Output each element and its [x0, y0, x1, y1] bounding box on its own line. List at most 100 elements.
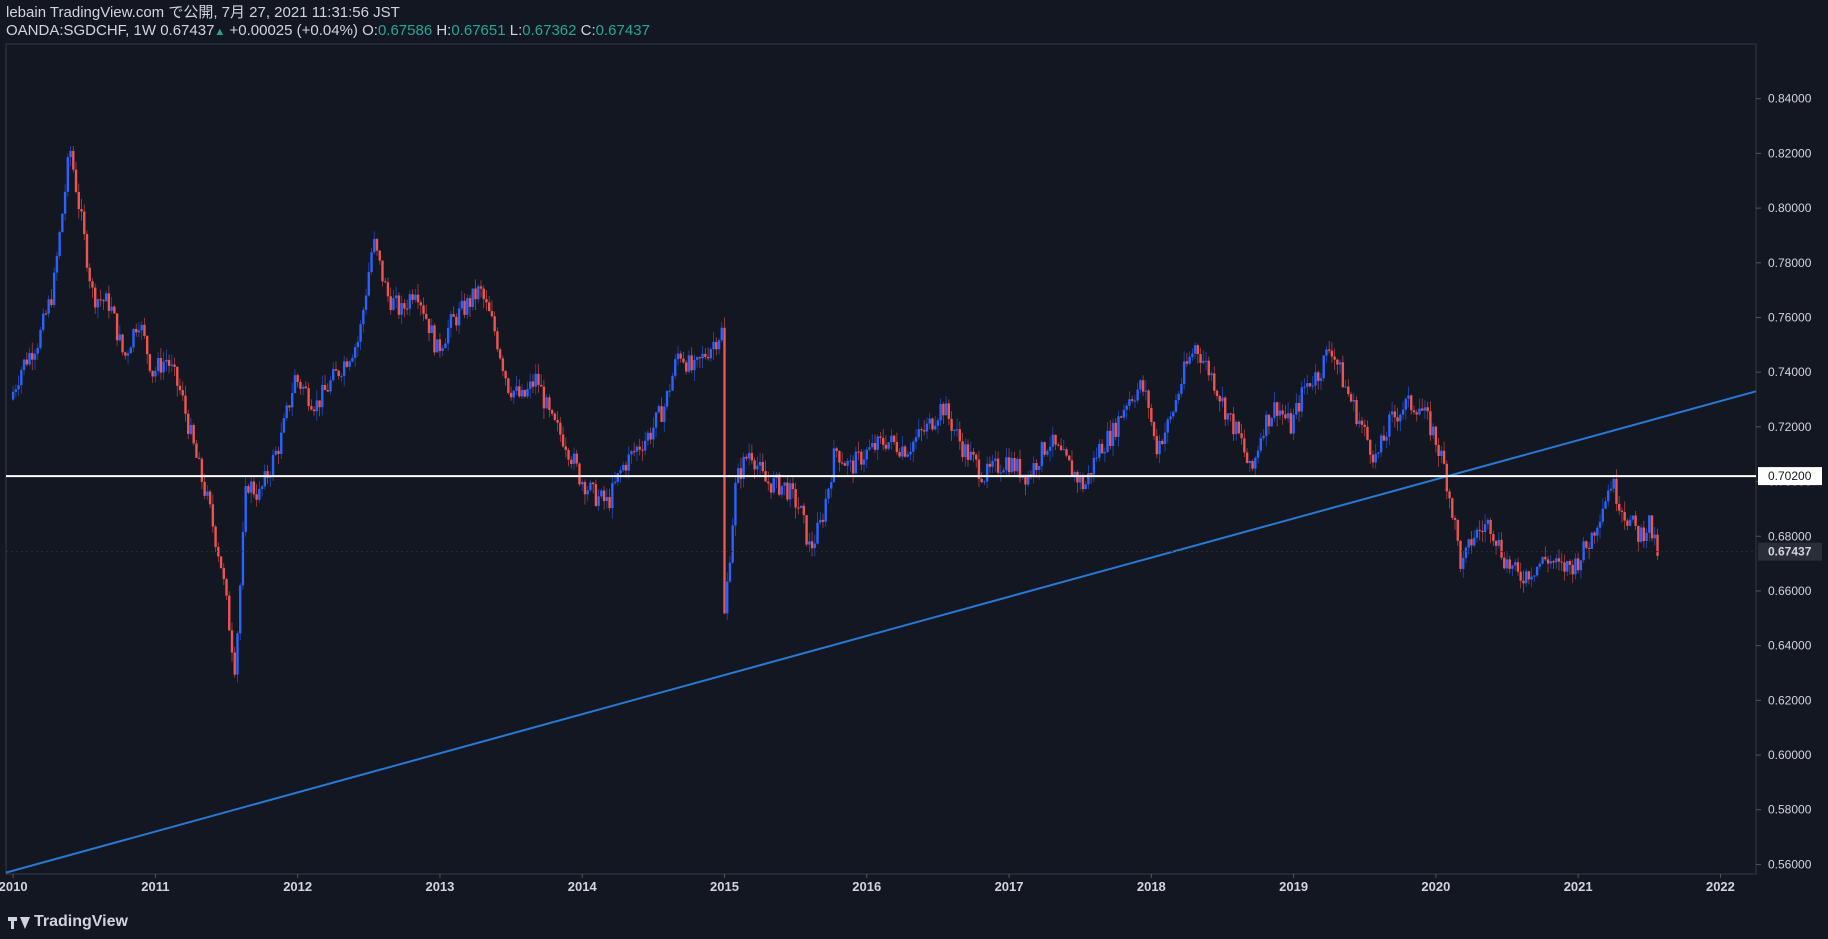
candle-body: [679, 353, 682, 359]
candle-body: [1177, 393, 1180, 401]
candle-body: [1319, 378, 1323, 381]
candle-body: [1087, 473, 1090, 485]
candle-body: [1158, 440, 1161, 455]
candle-body: [1456, 519, 1459, 541]
candle-body: [1552, 561, 1555, 563]
candle-body: [553, 413, 557, 420]
candle-body: [1005, 457, 1008, 471]
candle-body: [1544, 556, 1547, 560]
candle-body: [386, 282, 390, 297]
candle-body: [192, 424, 195, 444]
candle-body: [493, 316, 496, 332]
candle-body: [1327, 349, 1331, 351]
candle-body: [1185, 361, 1189, 364]
candle-body: [219, 556, 223, 569]
candle-body: [914, 437, 918, 442]
candle-body: [1210, 373, 1213, 376]
candle-body: [1262, 435, 1265, 439]
candle-body: [712, 341, 715, 350]
candle-body: [1098, 443, 1101, 458]
candle-body: [526, 388, 529, 397]
candle-body: [482, 288, 485, 300]
candle-body: [808, 541, 811, 545]
candle-body: [263, 471, 267, 487]
candle-body: [901, 446, 904, 457]
candle-body: [1081, 476, 1085, 490]
candle-body: [1344, 386, 1347, 388]
candle-body: [594, 484, 598, 506]
candle-body: [512, 390, 516, 398]
candle-body: [1505, 559, 1509, 569]
candle-body: [1016, 459, 1019, 472]
price-tick-label: 0.62000: [1768, 693, 1812, 707]
candle-body: [830, 482, 833, 489]
candle-body: [638, 446, 641, 450]
candle-body: [903, 446, 907, 457]
candle-body: [301, 386, 305, 389]
candle-body: [206, 491, 209, 496]
candle-body: [408, 294, 412, 309]
candle-body: [1204, 360, 1208, 362]
candle-body: [414, 294, 417, 300]
candle-body: [687, 355, 691, 372]
time-axis[interactable]: 2010 2011 2012 2013 2014 2015 2016 2017 2018 2019…: [0, 874, 1735, 894]
candle-body: [1248, 460, 1252, 464]
candle-body: [93, 287, 97, 308]
candle-body: [427, 318, 431, 334]
candle-body: [282, 418, 286, 433]
candle-body: [663, 406, 666, 422]
candle-body: [1120, 416, 1123, 418]
candle-body: [91, 281, 94, 288]
candle-body: [868, 447, 871, 450]
low-label: L:: [509, 22, 523, 39]
candle-body: [750, 452, 754, 461]
candle-body: [605, 497, 609, 502]
candle-body: [1371, 454, 1375, 463]
candle-body: [1330, 350, 1334, 357]
candle-body: [1161, 440, 1164, 445]
candle-body: [329, 380, 332, 392]
candle-body: [307, 388, 310, 407]
candle-body: [1275, 402, 1279, 416]
candle-body: [353, 347, 357, 358]
candle-body: [323, 384, 327, 390]
trendline[interactable]: [5, 390, 1757, 874]
candle-body: [1095, 457, 1098, 459]
candle-body: [1410, 395, 1413, 411]
last-price: 0.67437: [160, 22, 215, 39]
candle-body: [249, 481, 253, 493]
candle-body: [1284, 414, 1287, 419]
candle-body: [121, 334, 124, 353]
candle-body: [405, 308, 409, 310]
candle-body: [1308, 383, 1312, 387]
candle-body: [1155, 436, 1158, 455]
candle-body: [862, 459, 866, 465]
candle-body: [455, 316, 458, 326]
candle-body: [1051, 434, 1055, 447]
candle-body: [772, 478, 775, 493]
candle-body: [851, 460, 855, 474]
candle-body: [1133, 400, 1137, 402]
price-chart[interactable]: 0.84000 0.82000 0.80000 0.78000 0.76000 0.740…: [0, 0, 1828, 939]
candle-body: [758, 461, 762, 466]
candle-body: [1229, 413, 1232, 415]
candle-body: [1434, 426, 1438, 445]
candle-body: [69, 150, 72, 158]
candle-body: [137, 330, 141, 333]
candle-body: [1448, 491, 1451, 499]
candle-body: [1349, 394, 1353, 402]
candle-body: [1295, 403, 1298, 415]
candle-body: [471, 288, 474, 307]
candle-body: [1147, 390, 1150, 408]
candle-body: [373, 238, 376, 253]
candle-body: [884, 444, 888, 449]
candle-body: [518, 386, 521, 397]
candle-body: [474, 288, 477, 300]
candle-body: [726, 581, 729, 614]
candle-body: [496, 331, 499, 350]
candle-body: [783, 482, 786, 486]
candle-body: [394, 295, 398, 299]
candle-body: [854, 451, 858, 474]
candle-body: [955, 429, 959, 431]
tradingview-logo[interactable]: TradingView: [8, 913, 128, 931]
